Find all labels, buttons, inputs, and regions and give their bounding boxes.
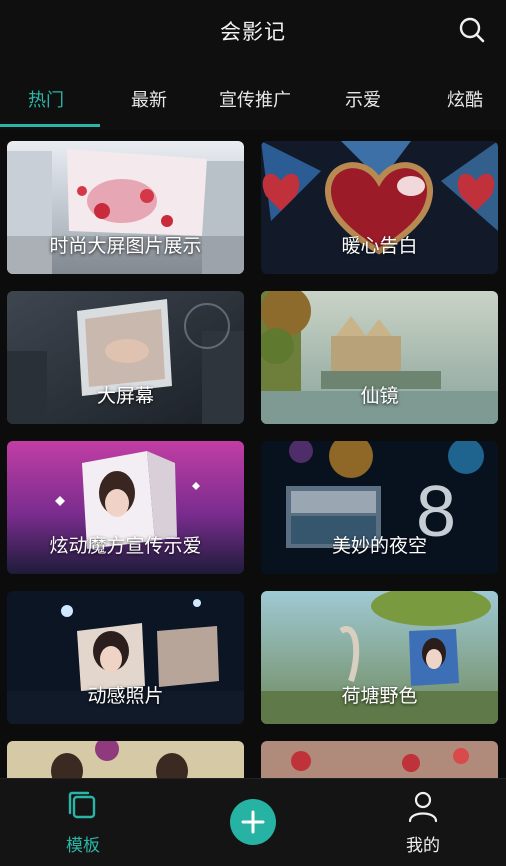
active-tab-indicator	[0, 124, 100, 127]
template-card[interactable]: 动感照片	[7, 591, 244, 724]
nav-me-label: 我的	[406, 836, 440, 856]
template-card[interactable]: 时尚大屏图片展示	[7, 141, 244, 274]
category-tabs: 热门 最新 宣传推广 示爱 炫酷	[0, 64, 506, 130]
template-title: 动感照片	[87, 685, 164, 707]
template-icon	[68, 791, 96, 819]
template-card[interactable]	[7, 741, 244, 778]
template-title: 美妙的夜空	[331, 535, 427, 557]
nav-me[interactable]: 我的	[368, 779, 478, 866]
tab-hot[interactable]: 热门	[28, 86, 64, 112]
template-card[interactable]	[261, 741, 498, 778]
bottom-nav: 模板 我的	[0, 778, 506, 866]
plus-icon	[241, 810, 265, 834]
template-card[interactable]: 8 美妙的夜空	[261, 441, 498, 574]
app-title: 会影记	[220, 20, 286, 44]
template-title: 炫动魔方宣传示爱	[49, 535, 202, 557]
nav-templates-label: 模板	[66, 836, 100, 856]
template-card[interactable]: 暖心告白	[261, 141, 498, 274]
user-icon	[408, 791, 438, 823]
template-title: 暖心告白	[341, 235, 418, 257]
nav-templates[interactable]: 模板	[28, 779, 138, 866]
template-card[interactable]: 仙镜	[261, 291, 498, 424]
tab-newest[interactable]: 最新	[131, 86, 167, 112]
template-card[interactable]: 大屏幕	[7, 291, 244, 424]
template-card[interactable]: 荷塘野色	[261, 591, 498, 724]
search-icon	[459, 17, 485, 43]
search-button[interactable]	[456, 14, 488, 46]
template-title: 荷塘野色	[341, 685, 418, 707]
template-thumbnail	[261, 741, 498, 778]
tab-love[interactable]: 示爱	[345, 86, 381, 112]
template-grid: 时尚大屏图片展示 暖心告白 大屏幕 仙镜 炫动魔方宣传示爱 8 美妙的夜空 动感…	[0, 130, 506, 778]
template-title: 仙镜	[360, 385, 399, 407]
top-bar: 会影记	[0, 0, 506, 64]
template-thumbnail	[7, 741, 244, 778]
tab-cool[interactable]: 炫酷	[447, 86, 483, 112]
template-title: 时尚大屏图片展示	[49, 235, 202, 257]
add-button[interactable]	[230, 799, 276, 845]
tab-promotion[interactable]: 宣传推广	[219, 86, 291, 112]
template-card[interactable]: 炫动魔方宣传示爱	[7, 441, 244, 574]
template-title: 大屏幕	[96, 385, 154, 407]
